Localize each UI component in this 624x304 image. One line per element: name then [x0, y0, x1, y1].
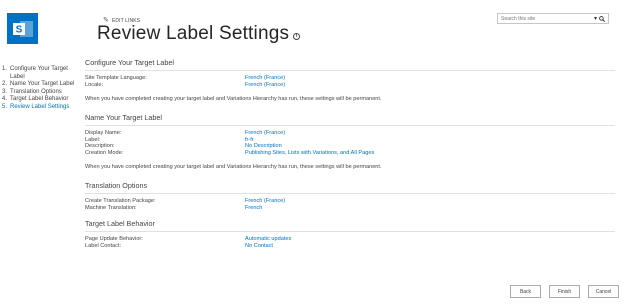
step-label: Translation Options — [10, 88, 62, 95]
search-icon[interactable] — [599, 15, 605, 22]
settings-row: Label Contact: No Contact — [85, 243, 615, 250]
permanence-note: When you have completed creating your ta… — [85, 96, 382, 102]
setting-value: No Contact — [245, 242, 273, 249]
step-number: 4. — [2, 96, 8, 102]
step-item-name[interactable]: 2. Name Your Target Label — [2, 81, 82, 89]
wizard-buttons: Back Finish Cancel — [510, 285, 619, 298]
step-label: Name Your Target Label — [10, 81, 75, 87]
back-button[interactable]: Back — [510, 285, 541, 298]
search-scope-dropdown-icon[interactable]: ▾ — [594, 15, 597, 22]
step-number: 3. — [2, 88, 8, 95]
finish-button[interactable]: Finish — [549, 285, 580, 298]
step-number: 5. — [2, 103, 8, 110]
svg-text:S: S — [15, 24, 22, 35]
step-item-review[interactable]: 5. Review Label Settings — [2, 104, 82, 112]
setting-value: French — [245, 204, 263, 211]
search-input[interactable] — [501, 14, 587, 23]
section-behavior: Target Label Behavior Page Update Behavi… — [85, 219, 615, 249]
settings-row: Machine Translation: French — [85, 205, 615, 212]
settings-row: Locale: French (France) — [85, 82, 615, 89]
section-title: Translation Options — [85, 181, 615, 194]
wizard-steps-nav: 1. Configure Your Target Label 2. Name Y… — [2, 66, 82, 111]
setting-label: Machine Translation: — [85, 204, 137, 211]
permanence-note: When you have completed creating your ta… — [85, 164, 382, 170]
section-configure: Configure Your Target Label Site Templat… — [85, 58, 615, 102]
setting-value: Publishing Sites, Lists with Variations,… — [245, 149, 375, 156]
step-item-behavior[interactable]: 4. Target Label Behavior — [2, 96, 82, 104]
setting-label: Label Contact: — [85, 242, 122, 249]
settings-row: Creation Mode: Publishing Sites, Lists w… — [85, 150, 615, 157]
setting-label: Creation Mode: — [85, 149, 124, 156]
info-icon[interactable]: i — [293, 32, 301, 40]
page-title: Review Label Settings i — [97, 23, 301, 46]
cancel-button[interactable]: Cancel — [588, 285, 619, 298]
step-number: 2. — [2, 81, 8, 87]
section-name: Name Your Target Label Display Name: Fre… — [85, 113, 615, 170]
step-label: Target Label Behavior — [10, 96, 69, 102]
step-label: Configure Your Target Label — [10, 66, 68, 80]
step-label: Review Label Settings — [10, 103, 70, 110]
step-item-configure[interactable]: 1. Configure Your Target Label — [2, 66, 82, 81]
section-title: Configure Your Target Label — [85, 58, 615, 71]
setting-value: French (France) — [245, 81, 286, 88]
step-number: 1. — [2, 66, 8, 72]
step-item-translation[interactable]: 3. Translation Options — [2, 89, 82, 97]
section-translation: Translation Options Create Translation P… — [85, 181, 615, 211]
page-title-text: Review Label Settings — [97, 23, 290, 44]
review-settings-content: Configure Your Target Label Site Templat… — [85, 58, 615, 249]
section-title: Target Label Behavior — [85, 219, 615, 232]
sharepoint-logo[interactable]: S — [7, 13, 38, 44]
sharepoint-logo-icon: S — [12, 20, 33, 37]
section-title: Name Your Target Label — [85, 113, 615, 126]
setting-label: Locale: — [85, 81, 104, 88]
search-box: ▾ — [497, 13, 609, 24]
